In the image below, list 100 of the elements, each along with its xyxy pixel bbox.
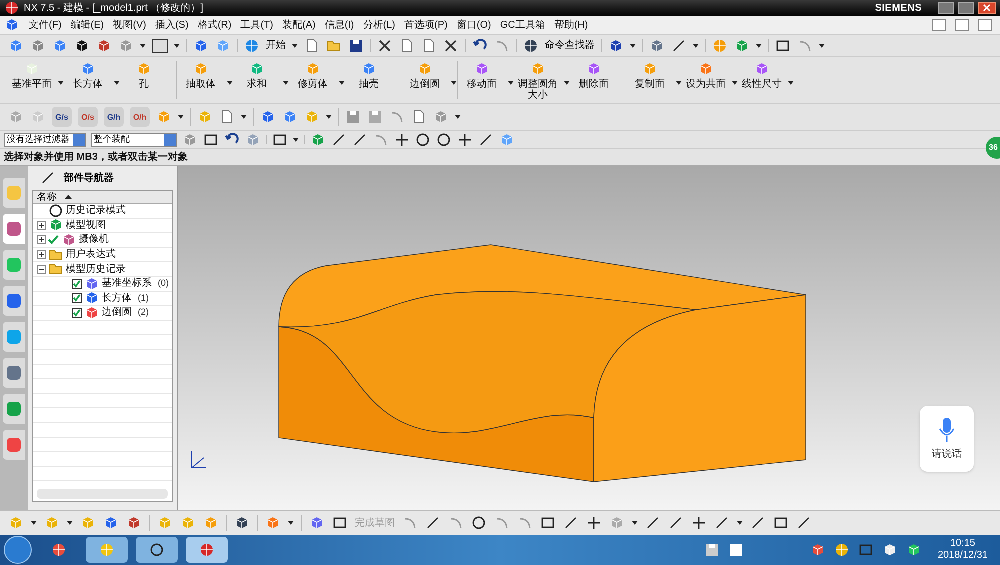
menu-item[interactable]: 首选项(P)	[404, 18, 448, 32]
checkbox[interactable]	[72, 308, 82, 318]
line-icon[interactable]	[478, 132, 494, 148]
tree-item[interactable]: 摄像机	[79, 232, 109, 248]
expander-toggle[interactable]	[37, 250, 46, 260]
caret-icon[interactable]	[227, 81, 233, 85]
tree-item[interactable]: 模型视图	[66, 218, 106, 233]
feature-button[interactable]: 移动面	[458, 61, 514, 90]
menu-item[interactable]: GC工具箱	[500, 18, 546, 32]
circle-icon[interactable]	[471, 515, 487, 531]
feature-button[interactable]: 长方体	[64, 61, 120, 90]
render-mode-button[interactable]: O/s	[78, 107, 98, 127]
expander-toggle[interactable]	[37, 220, 46, 230]
circle-icon[interactable]	[436, 132, 452, 148]
plus-icon[interactable]	[457, 132, 473, 148]
menu-item[interactable]: 分析(L)	[363, 18, 396, 32]
caret-icon[interactable]	[451, 81, 457, 85]
caret-icon[interactable]	[140, 44, 146, 48]
caret-icon[interactable]	[241, 115, 247, 119]
caret-icon[interactable]	[339, 81, 345, 85]
side-tab[interactable]	[3, 358, 25, 388]
caret-icon[interactable]	[283, 81, 289, 85]
tree-item[interactable]: 长方体	[102, 290, 132, 306]
app-menu-icon[interactable]	[4, 17, 20, 33]
model-viewport[interactable]: 请说话	[178, 166, 1000, 510]
feature-button[interactable]: 修剪体	[289, 61, 345, 90]
feature-button[interactable]: 线性尺寸	[738, 61, 794, 90]
menu-item[interactable]: 装配(A)	[282, 18, 316, 32]
voice-assistant-button[interactable]: 请说话	[920, 406, 974, 472]
command-finder-button[interactable]: 命令查找器	[545, 38, 595, 53]
menu-item[interactable]: 窗口(O)	[456, 18, 492, 32]
line-icon[interactable]	[331, 132, 347, 148]
caret-icon[interactable]	[756, 44, 762, 48]
expander-toggle[interactable]	[37, 264, 46, 274]
scope-dropdown[interactable]: 整个装配	[91, 132, 177, 146]
line-icon[interactable]	[352, 132, 368, 148]
caret-icon[interactable]	[788, 81, 794, 85]
save-icon[interactable]	[348, 38, 364, 54]
expander-toggle[interactable]	[37, 235, 46, 244]
plus-icon[interactable]	[586, 515, 602, 531]
menu-item[interactable]: 格式(R)	[198, 18, 232, 32]
caret-icon[interactable]	[288, 521, 294, 525]
feature-button[interactable]: 基准平面	[8, 61, 64, 90]
menu-item[interactable]: 文件(F)	[29, 18, 62, 32]
caret-icon[interactable]	[58, 81, 64, 85]
display-mode-icon[interactable]	[152, 38, 168, 52]
side-tab[interactable]	[3, 430, 25, 460]
start-orb-button[interactable]	[4, 536, 32, 564]
caret-icon[interactable]	[114, 81, 120, 85]
feature-button[interactable]: 复制面	[626, 61, 682, 90]
caret-icon[interactable]	[174, 44, 180, 48]
render-mode-button[interactable]: O/h	[130, 107, 150, 127]
checkbox[interactable]	[72, 278, 82, 289]
line-icon[interactable]	[425, 515, 441, 531]
caret-icon[interactable]	[630, 44, 636, 48]
caret-icon[interactable]	[819, 44, 825, 48]
sort-arrow-icon[interactable]	[65, 195, 72, 199]
feature-button[interactable]: 设为共面	[682, 61, 738, 90]
caret-icon[interactable]	[564, 81, 570, 85]
caret-icon[interactable]	[508, 81, 514, 85]
plus-icon[interactable]	[394, 132, 410, 148]
menu-item[interactable]: 插入(S)	[155, 18, 189, 32]
caret-icon[interactable]	[31, 521, 37, 525]
filter-dropdown[interactable]: 没有选择过滤器	[4, 132, 86, 146]
caret-icon[interactable]	[292, 44, 298, 48]
restore-button[interactable]	[955, 19, 969, 31]
column-header[interactable]: 名称	[33, 191, 172, 204]
menu-item[interactable]: 帮助(H)	[554, 18, 588, 32]
tree-item[interactable]: 基准坐标系	[102, 276, 152, 292]
view-cube-icon[interactable]	[74, 38, 90, 54]
close-button[interactable]	[978, 19, 992, 31]
caret-icon[interactable]	[632, 521, 638, 525]
menu-item[interactable]: 编辑(E)	[70, 18, 104, 32]
caret-icon[interactable]	[326, 115, 332, 119]
caret-icon[interactable]	[67, 521, 73, 525]
check-icon[interactable]	[48, 234, 59, 245]
feature-button[interactable]: 抽取体	[177, 61, 233, 90]
caret-icon[interactable]	[293, 138, 299, 142]
circle-icon[interactable]	[415, 132, 431, 148]
minimize-button[interactable]	[932, 19, 946, 31]
render-mode-button[interactable]: G/s	[52, 107, 72, 127]
tree-item[interactable]: 历史记录模式	[66, 203, 126, 218]
feature-button[interactable]: 调整圆角大小	[514, 61, 570, 101]
feature-button[interactable]: 孔	[120, 61, 176, 90]
feature-button[interactable]: 删除面	[570, 61, 626, 90]
menu-item[interactable]: 工具(T)	[240, 18, 274, 32]
caret-icon[interactable]	[693, 44, 699, 48]
side-tab[interactable]	[3, 214, 25, 244]
render-mode-button[interactable]: G/h	[104, 107, 124, 127]
caret-icon[interactable]	[732, 81, 738, 85]
tree-item[interactable]: 边倒圆	[102, 305, 132, 320]
menu-item[interactable]: 信息(I)	[324, 18, 354, 32]
horizontal-scrollbar[interactable]	[37, 489, 168, 499]
taskbar-app-button[interactable]	[186, 537, 228, 563]
tree-item[interactable]: 用户表达式	[66, 247, 116, 262]
checkbox[interactable]	[72, 293, 82, 304]
caret-icon[interactable]	[737, 521, 743, 525]
feature-button[interactable]: 边倒圆	[401, 61, 457, 90]
delete-icon[interactable]	[443, 38, 459, 54]
tree-item[interactable]: 模型历史记录	[66, 262, 126, 277]
